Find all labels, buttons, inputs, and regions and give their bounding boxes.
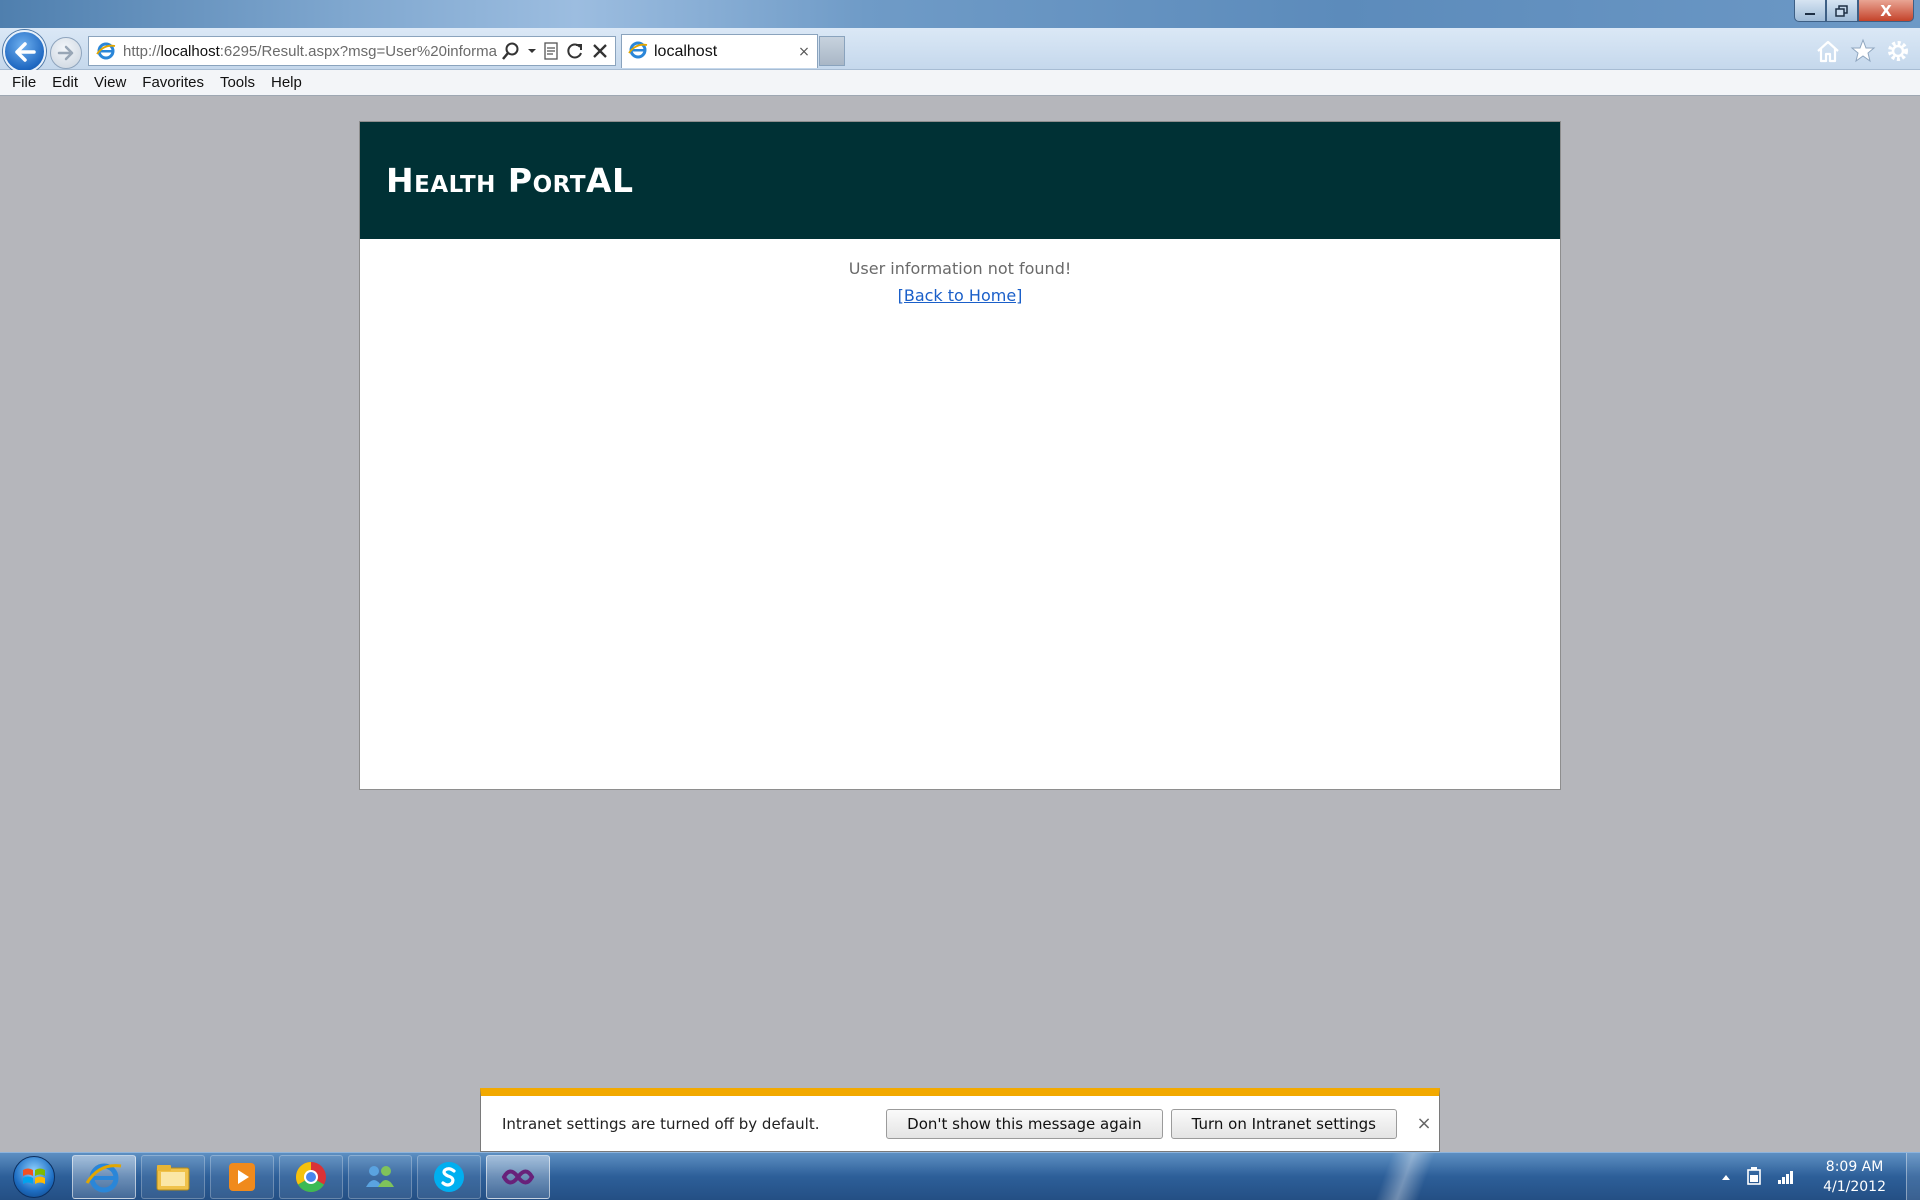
taskbar-file-explorer[interactable]: [141, 1155, 205, 1199]
home-icon[interactable]: [1814, 37, 1842, 65]
browser-toolbar-icons: [1814, 37, 1912, 65]
browser-tab[interactable]: localhost ×: [621, 34, 818, 68]
system-tray: 8:09 AM 4/1/2012: [1721, 1153, 1920, 1200]
favorites-star-icon[interactable]: [1849, 37, 1877, 65]
url-host: localhost: [160, 42, 220, 60]
windows-logo-icon: [13, 1156, 55, 1198]
taskbar-internet-explorer[interactable]: [72, 1155, 136, 1199]
back-button[interactable]: [3, 30, 46, 73]
restore-icon: [1835, 4, 1848, 17]
taskbar: 8:09 AM 4/1/2012: [0, 1152, 1920, 1200]
taskbar-clock[interactable]: 8:09 AM 4/1/2012: [1823, 1157, 1886, 1197]
menu-favorites[interactable]: Favorites: [134, 70, 212, 96]
dont-show-again-button[interactable]: Don't show this message again: [886, 1108, 1163, 1139]
visual-studio-icon: [501, 1169, 535, 1185]
turn-on-intranet-button[interactable]: Turn on Intranet settings: [1170, 1108, 1397, 1139]
new-tab-button[interactable]: [819, 36, 845, 66]
taskbar-chrome[interactable]: [279, 1155, 343, 1199]
stop-icon[interactable]: [591, 42, 609, 60]
window-controls: X: [1794, 0, 1914, 22]
menu-tools[interactable]: Tools: [212, 70, 263, 96]
internet-explorer-icon: [85, 1163, 122, 1193]
menu-help[interactable]: Help: [263, 70, 310, 96]
notification-close-button[interactable]: ×: [1409, 1113, 1439, 1134]
maximize-button[interactable]: [1826, 0, 1858, 22]
address-tools: [501, 41, 615, 61]
close-window-button[interactable]: X: [1858, 0, 1914, 22]
compatibility-view-icon[interactable]: [543, 42, 559, 60]
folder-icon: [156, 1165, 190, 1191]
taskbar-messenger[interactable]: [348, 1155, 412, 1199]
notification-text: Intranet settings are turned off by defa…: [502, 1114, 820, 1133]
refresh-icon[interactable]: [565, 41, 585, 61]
taskbar-visual-studio[interactable]: [486, 1155, 550, 1199]
tab-close-button[interactable]: ×: [795, 44, 813, 60]
clock-date: 4/1/2012: [1823, 1179, 1886, 1195]
minimize-button[interactable]: [1794, 0, 1826, 22]
menu-view[interactable]: View: [86, 70, 134, 96]
settings-gear-icon[interactable]: [1884, 37, 1912, 65]
start-button[interactable]: [4, 1155, 64, 1199]
taskbar-media-player[interactable]: [210, 1155, 274, 1199]
network-signal-icon[interactable]: [1777, 1168, 1795, 1187]
window-title-bar[interactable]: X: [0, 0, 1920, 28]
address-url[interactable]: http://localhost:6295/Result.aspx?msg=Us…: [123, 43, 501, 60]
notification-bar: Intranet settings are turned off by defa…: [480, 1088, 1440, 1152]
menu-edit[interactable]: Edit: [44, 70, 86, 96]
tab-title: localhost: [654, 42, 718, 60]
taskbar-skype[interactable]: [417, 1155, 481, 1199]
url-path: :6295/Result.aspx?msg=User%20informa: [219, 42, 497, 60]
menu-bar: File Edit View Favorites Tools Help: [0, 70, 1920, 96]
search-icon[interactable]: [501, 41, 521, 61]
address-bar[interactable]: http://localhost:6295/Result.aspx?msg=Us…: [88, 36, 616, 66]
site-title: Health PortAL: [386, 161, 634, 200]
dropdown-arrow-icon[interactable]: [527, 46, 537, 56]
forward-arrow-icon: [57, 45, 74, 61]
chrome-icon: [295, 1162, 326, 1193]
show-hidden-icons-arrow-icon[interactable]: [1721, 1170, 1731, 1184]
back-arrow-icon: [14, 41, 36, 62]
tray-icons: [1721, 1166, 1795, 1189]
clock-time: 8:09 AM: [1825, 1159, 1884, 1175]
url-scheme: http://: [123, 42, 161, 60]
ie-page-icon: [95, 40, 117, 62]
error-message: User information not found!: [848, 259, 1072, 278]
power-battery-icon[interactable]: [1745, 1166, 1763, 1189]
back-to-home-link[interactable]: [Back to Home]: [360, 286, 1560, 305]
menu-file[interactable]: File: [4, 70, 44, 96]
navigation-bar: http://localhost:6295/Result.aspx?msg=Us…: [0, 28, 1920, 73]
show-desktop-button[interactable]: [1906, 1153, 1920, 1200]
page-container: Health PortAL User information not found…: [359, 121, 1561, 790]
ie-tab-icon: [628, 40, 648, 64]
forward-button[interactable]: [50, 37, 82, 69]
messenger-people-icon: [366, 1166, 394, 1187]
skype-icon: [434, 1162, 464, 1192]
media-player-icon: [229, 1163, 255, 1191]
minimize-icon: [1805, 12, 1815, 15]
site-header: Health PortAL: [360, 122, 1560, 239]
